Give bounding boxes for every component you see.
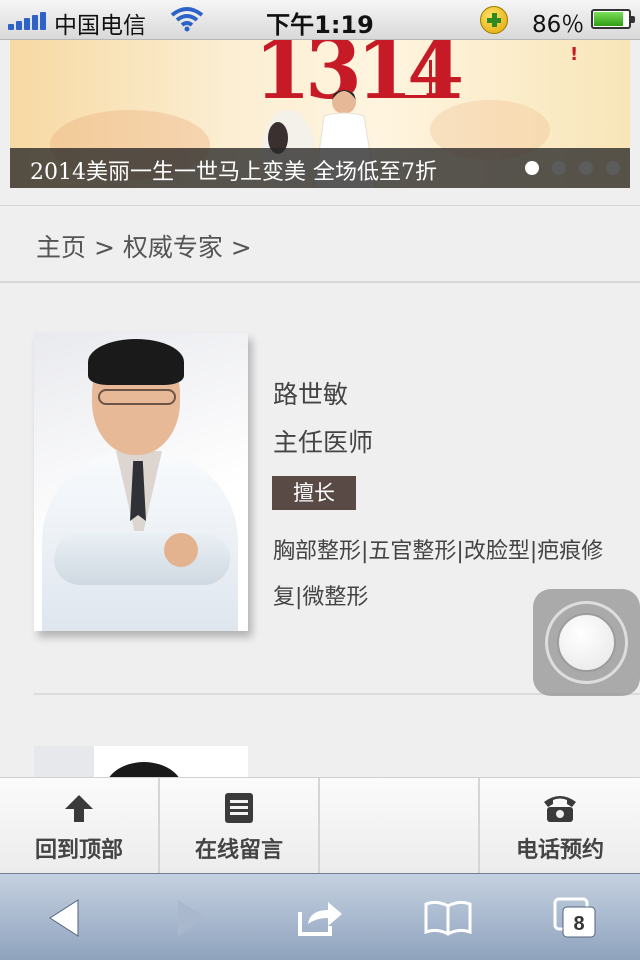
security-app-icon bbox=[480, 6, 508, 34]
arrow-up-icon bbox=[65, 795, 93, 822]
online-message-button[interactable]: 在线留言 bbox=[160, 778, 320, 874]
note-icon bbox=[225, 793, 253, 823]
carousel-dot[interactable] bbox=[525, 161, 539, 175]
book-icon bbox=[424, 900, 472, 936]
doctor-name[interactable]: 路世敏 bbox=[273, 375, 348, 411]
phone-booking-button[interactable]: 电话预约 bbox=[480, 778, 640, 874]
browser-tabs-button[interactable]: 8 bbox=[512, 874, 640, 960]
assistive-touch-button[interactable] bbox=[533, 589, 640, 696]
browser-forward-button[interactable] bbox=[128, 874, 256, 960]
specialty-badge: 擅长 bbox=[272, 476, 356, 510]
telephone-icon bbox=[544, 796, 576, 822]
forward-arrow-icon bbox=[178, 899, 206, 936]
promo-banner[interactable]: 1314 ! 2014美丽一生一世马上变美 全场低至7折 bbox=[10, 40, 630, 188]
carousel-dots[interactable] bbox=[525, 161, 620, 175]
back-to-top-button[interactable]: 回到顶部 bbox=[0, 778, 160, 874]
carousel-dot[interactable] bbox=[579, 161, 593, 175]
back-to-top-label: 回到顶部 bbox=[34, 838, 123, 863]
online-message-label: 在线留言 bbox=[194, 838, 283, 863]
tabs-count: 8 bbox=[573, 913, 584, 935]
banner-exclaim-decoration: ! bbox=[570, 44, 579, 65]
doctor-photo[interactable] bbox=[34, 333, 248, 631]
breadcrumb: 主页 > 权威专家 > bbox=[0, 205, 640, 283]
doctor-title: 主任医师 bbox=[273, 428, 374, 457]
status-bar: 中国电信 下午1:19 86％ bbox=[0, 0, 640, 40]
tabs-icon: 8 bbox=[553, 897, 596, 937]
banner-caption-bar: 2014美丽一生一世马上变美 全场低至7折 bbox=[10, 148, 630, 188]
browser-toolbar: 8 bbox=[0, 873, 640, 960]
breadcrumb-text[interactable]: 主页 > 权威专家 > bbox=[36, 228, 252, 264]
battery-icon bbox=[591, 9, 635, 29]
banner-caption: 2014美丽一生一世马上变美 全场低至7折 bbox=[30, 160, 437, 185]
phone-booking-label: 电话预约 bbox=[515, 838, 604, 863]
back-arrow-icon bbox=[49, 898, 79, 937]
browser-share-button[interactable] bbox=[256, 874, 384, 960]
browser-bookmarks-button[interactable] bbox=[384, 874, 512, 960]
battery-percent: 86％ bbox=[532, 12, 585, 38]
bottom-nav: 回到顶部 在线留言 电话预约 bbox=[0, 777, 640, 874]
carousel-dot[interactable] bbox=[606, 161, 620, 175]
share-icon bbox=[298, 901, 342, 936]
browser-back-button[interactable] bbox=[0, 874, 128, 960]
carousel-dot[interactable] bbox=[552, 161, 566, 175]
banner-bracket-decoration bbox=[402, 60, 432, 98]
empty-nav-slot bbox=[320, 778, 480, 874]
